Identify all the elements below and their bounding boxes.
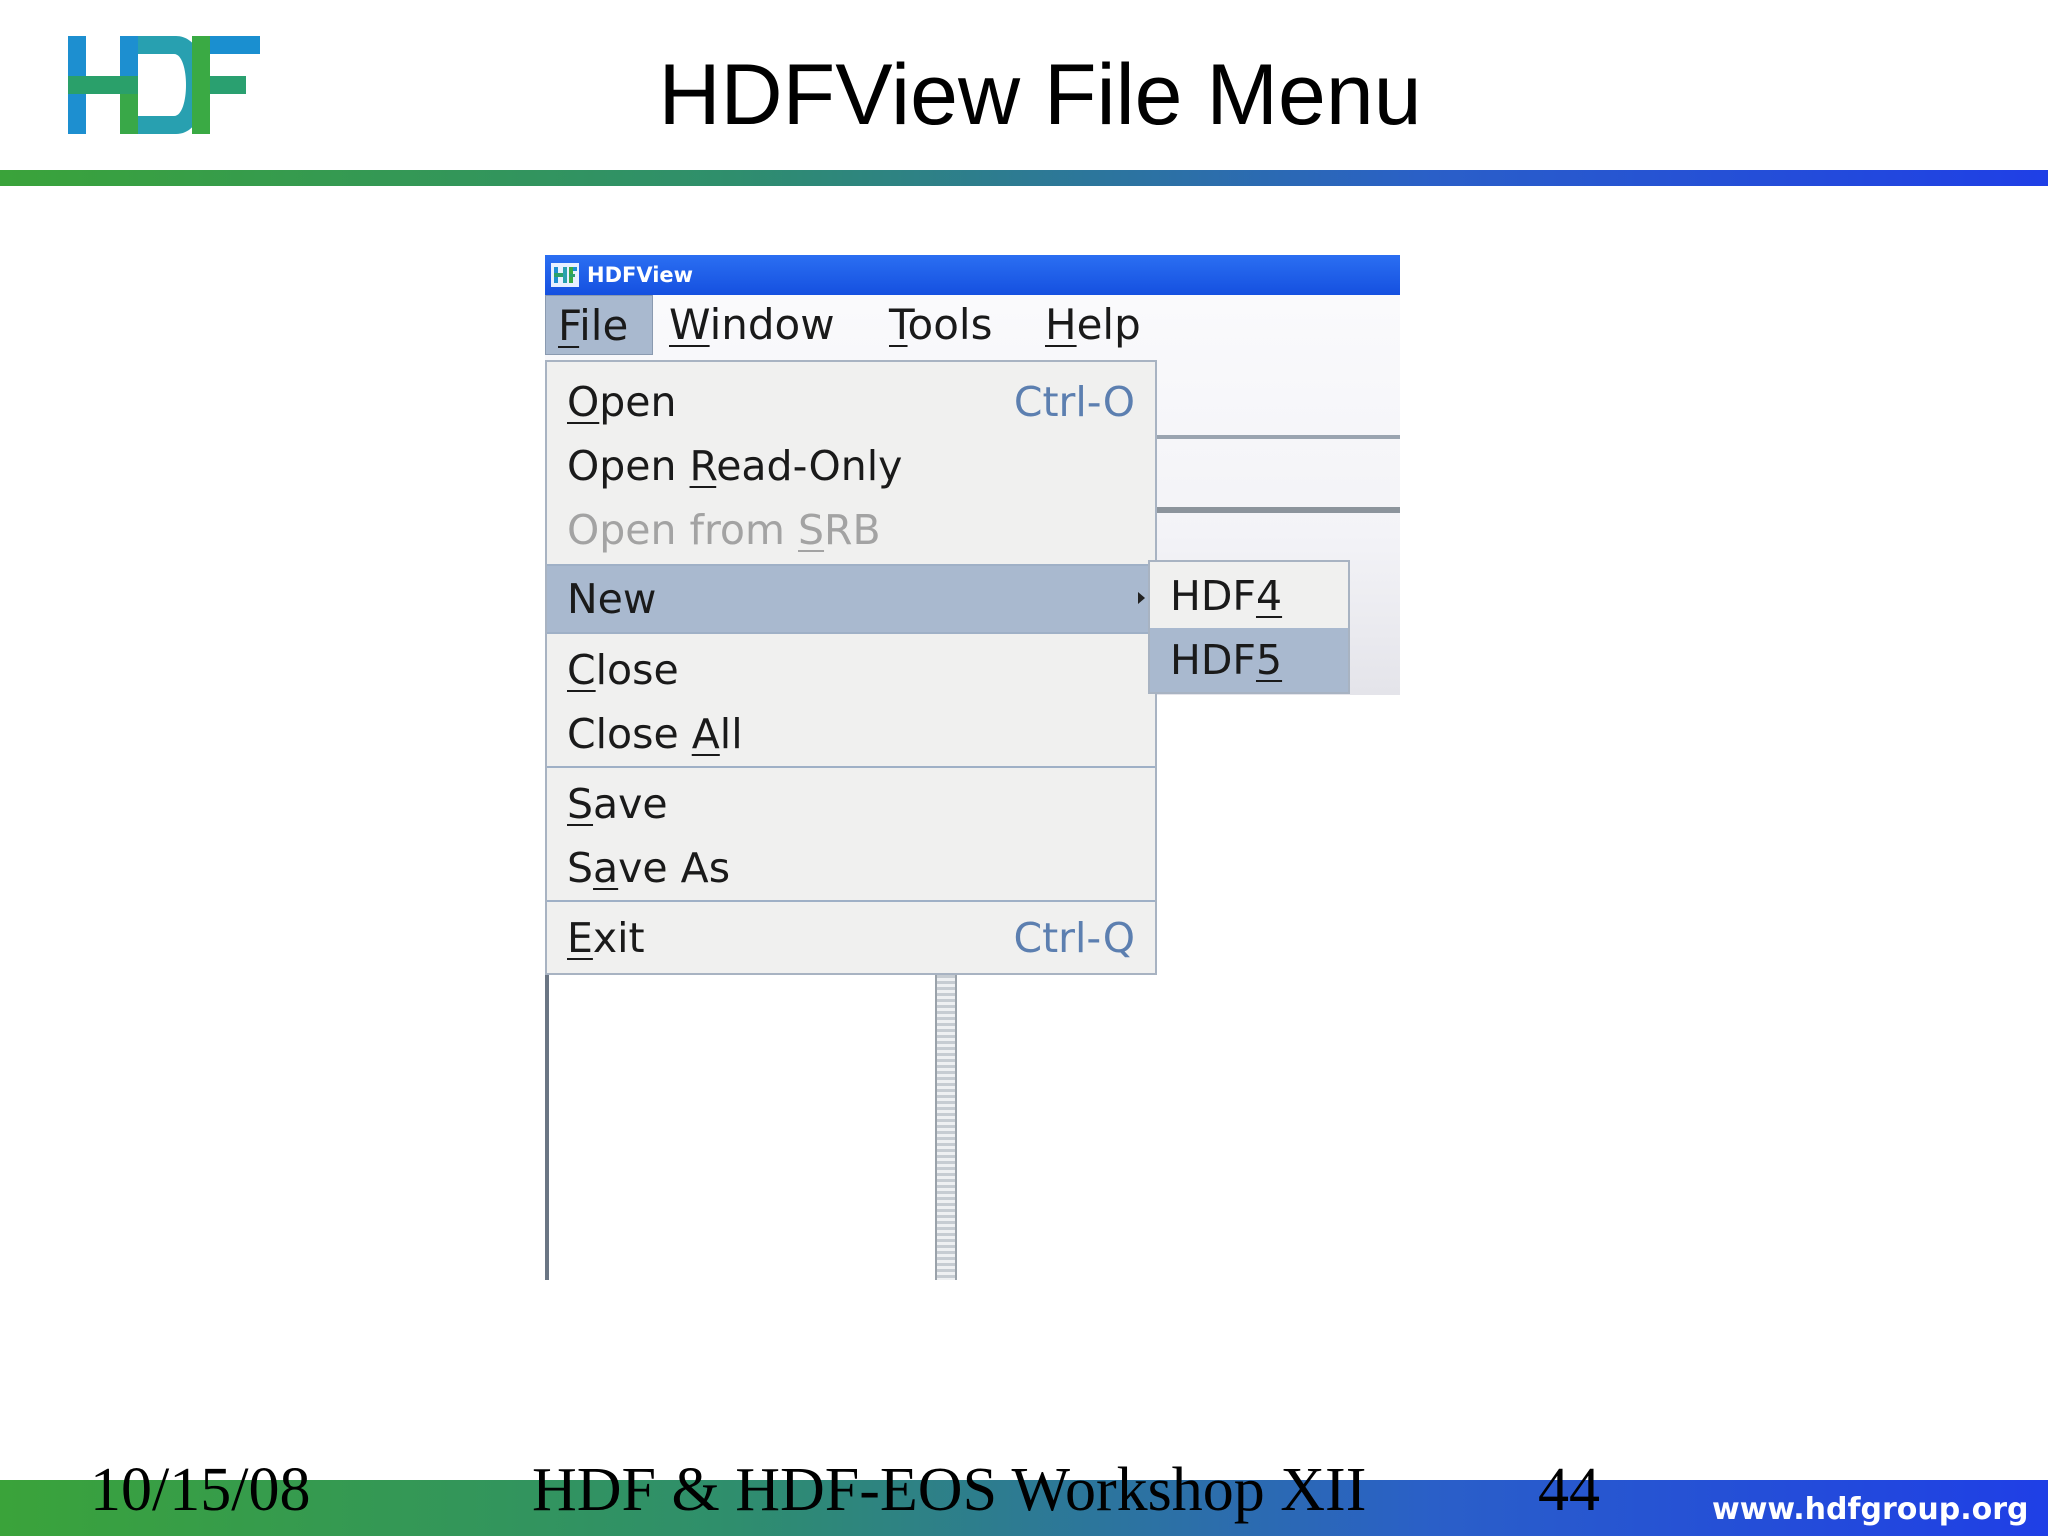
- hdf-logo: [68, 36, 260, 134]
- menu-item-close-all[interactable]: Close All: [567, 702, 743, 766]
- submenu-arrow-icon: [1138, 592, 1145, 604]
- menu-item-exit[interactable]: Exit: [567, 906, 645, 970]
- menu-item-save-as[interactable]: Save As: [567, 836, 730, 900]
- menu-item-open[interactable]: Open: [567, 370, 677, 434]
- menu-separator: [547, 900, 1155, 902]
- pane-splitter[interactable]: [935, 975, 957, 1280]
- menu-help[interactable]: Help: [1045, 295, 1141, 355]
- submenu-item-hdf5[interactable]: HDF5: [1150, 628, 1348, 692]
- menu-file[interactable]: File: [545, 295, 653, 355]
- exit-shortcut: Ctrl-Q: [1013, 914, 1135, 962]
- header-divider-bar: [0, 170, 2048, 186]
- menu-item-new[interactable]: New: [567, 567, 656, 631]
- menu-item-open-read-only[interactable]: Open Read-Only: [567, 434, 902, 498]
- new-submenu: HDF4 HDF5: [1148, 560, 1350, 694]
- window-titlebar[interactable]: HDFView: [545, 255, 1400, 295]
- menu-item-open-from-srb: Open from SRB: [567, 506, 881, 554]
- slide-title: HDFView File Menu: [658, 47, 1422, 143]
- file-menu-dropdown: Open Ctrl-O Open Read-Only Open from SRB…: [545, 360, 1157, 975]
- menu-tools[interactable]: Tools: [889, 295, 992, 355]
- footer-page-number: 44: [1538, 1456, 1600, 1524]
- menu-window[interactable]: Window: [669, 295, 835, 355]
- menu-separator: [547, 766, 1155, 768]
- menu-separator: [547, 632, 1155, 634]
- menu-item-close[interactable]: Close: [567, 638, 679, 702]
- submenu-item-hdf4[interactable]: HDF4: [1150, 564, 1348, 628]
- menu-item-save[interactable]: Save: [567, 772, 668, 836]
- hdf-app-icon: [551, 263, 579, 287]
- footer-url: www.hdfgroup.org: [1712, 1492, 2029, 1527]
- footer-workshop-title: HDF & HDF-EOS Workshop XII: [532, 1456, 1367, 1524]
- footer-date: 10/15/08: [90, 1456, 311, 1524]
- open-shortcut: Ctrl-O: [1013, 378, 1135, 426]
- window-title: HDFView: [587, 263, 694, 287]
- tree-pane-border: [545, 975, 549, 1280]
